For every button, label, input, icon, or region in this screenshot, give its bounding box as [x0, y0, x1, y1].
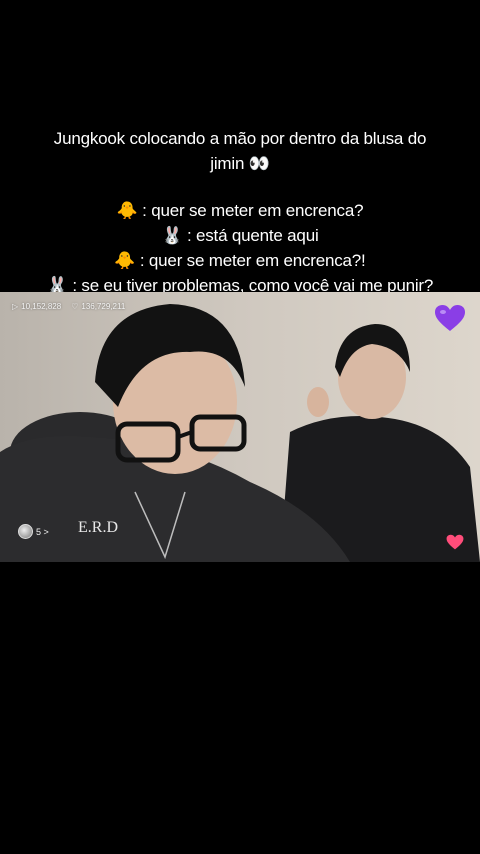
viewer-count[interactable]: 5 > [18, 524, 49, 539]
views-count: 10,152,828 [21, 302, 62, 311]
avatar-icon [18, 524, 33, 539]
caption-line-3: 🐥 : quer se meter em encrenca? [116, 201, 364, 220]
svg-text:E.R.D: E.R.D [78, 519, 118, 536]
play-icon: ▷ [12, 302, 19, 311]
viewer-count-label: 5 > [36, 526, 49, 537]
video-frame[interactable]: E.R.D ▷ 10,152,828 ♡ 136,729,211 5 > [0, 292, 480, 562]
caption-line-1: Jungkook colocando a mão por dentro da b… [53, 129, 427, 148]
caption: Jungkook colocando a mão por dentro da b… [0, 126, 480, 298]
caption-line-4: 🐰 : está quente aqui [161, 226, 319, 245]
likes-stat: ♡ 136,729,211 [71, 302, 125, 311]
likes-count: 136,729,211 [81, 302, 126, 311]
purple-heart-icon[interactable] [434, 304, 466, 332]
caption-line-2: jimin 👀 [210, 154, 270, 173]
heart-outline-icon: ♡ [71, 302, 79, 311]
stream-stats: ▷ 10,152,828 ♡ 136,729,211 [12, 302, 125, 311]
video-scene: E.R.D [0, 292, 480, 562]
caption-line-5: 🐥 : quer se meter em encrenca?! [114, 251, 366, 270]
views-stat: ▷ 10,152,828 [12, 302, 61, 311]
pink-heart-icon[interactable] [446, 534, 464, 550]
